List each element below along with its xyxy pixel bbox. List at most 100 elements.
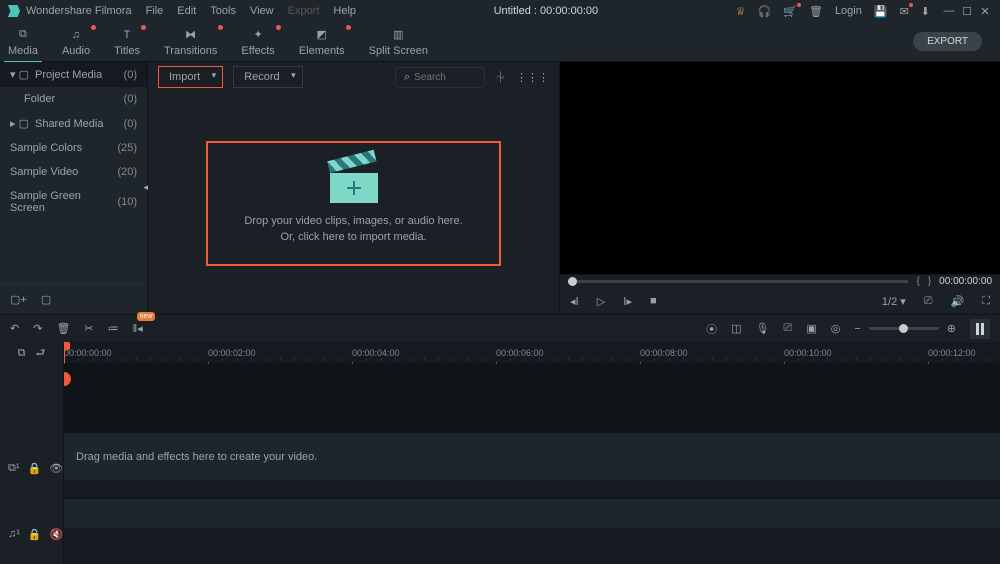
import-dropdown[interactable]: Import [158, 66, 223, 88]
redo-icon[interactable]: ↷ [33, 322, 42, 335]
trash-icon[interactable]: 🗑 [809, 5, 823, 18]
clapperboard-icon [330, 161, 378, 203]
audio-track[interactable] [64, 498, 1000, 528]
minimize-button[interactable]: — [942, 4, 956, 18]
maximize-button[interactable]: ☐ [960, 4, 974, 18]
play-icon[interactable]: ▷ [597, 295, 605, 308]
video-track[interactable]: Drag media and effects here to create yo… [64, 432, 1000, 480]
crown-icon[interactable]: ♕ [736, 5, 746, 18]
timeline-pause-button[interactable] [970, 319, 990, 339]
zoom-out-icon[interactable]: − [854, 323, 860, 335]
menu-view[interactable]: View [250, 5, 274, 17]
delete-icon[interactable]: 🗑 [56, 322, 70, 335]
voiceover-icon[interactable]: 🎙 [756, 322, 770, 335]
tab-audio[interactable]: ♫Audio [62, 27, 90, 57]
tab-split-screen[interactable]: ▥Split Screen [369, 27, 428, 57]
tab-media[interactable]: ⧉Media [8, 27, 38, 57]
keyframe-icon[interactable]: ▣ [806, 322, 816, 335]
search-box[interactable]: ⌕ [395, 67, 485, 88]
menu-export: Export [288, 5, 320, 17]
search-input[interactable] [414, 72, 474, 83]
fullscreen-icon[interactable]: ⛶ [982, 295, 990, 308]
preview-panel: { } 00:00:00:00 ◂Ⅰ ▷ Ⅰ▸ ■ 1/2 ▾ ⎚ 🔊 ⛶ [560, 62, 1000, 314]
split-icon[interactable]: ✂ [84, 322, 93, 335]
media-panel: Import Record ⌕ ⏆ ⋮⋮⋮ Drop your video cl… [148, 62, 560, 314]
prev-frame-icon[interactable]: ◂Ⅰ [570, 295, 579, 308]
media-toolbar: Import Record ⌕ ⏆ ⋮⋮⋮ [148, 62, 559, 92]
filter-icon[interactable]: ⏆ [495, 69, 506, 85]
video-track-header[interactable]: ⧉¹🔒👁 [0, 444, 63, 492]
next-frame-icon[interactable]: Ⅰ▸ [623, 295, 632, 308]
search-icon: ⌕ [404, 71, 410, 84]
mark-out-brace[interactable]: } [928, 276, 931, 287]
close-button[interactable]: ✕ [978, 4, 992, 18]
stop-icon[interactable]: ■ [650, 295, 657, 307]
zoom-slider[interactable]: − ⊕ [854, 322, 956, 335]
snapshot-icon[interactable]: ⎚ [924, 295, 933, 308]
record-dropdown[interactable]: Record [233, 66, 302, 88]
sidebar-item-project-media[interactable]: ▾ ▢ Project Media(0) [0, 62, 147, 87]
tab-transitions[interactable]: ⧓Transitions [164, 27, 217, 57]
import-dropzone[interactable]: Drop your video clips, images, or audio … [206, 141, 500, 266]
titlebar-actions: ♕ 🎧 🛒 🗑 Login 💾 ✉ ⬇ — ☐ ✕ [736, 4, 992, 18]
main-menu: File Edit Tools View Export Help [146, 5, 356, 17]
document-title: Untitled : 00:00:00:00 [370, 5, 722, 17]
timeline: ⧉ ⮐ ⧉¹🔒👁 ♫¹🔒🔇 00:00:00:0000:00:02:0000:0… [0, 342, 1000, 564]
marker-icon[interactable]: ‖◂ [133, 322, 143, 335]
preview-controls: ◂Ⅰ ▷ Ⅰ▸ ■ 1/2 ▾ ⎚ 🔊 ⛶ [560, 287, 1000, 315]
new-folder-icon[interactable]: ▢+ [10, 293, 27, 306]
sidebar-item-shared-media[interactable]: ▸ ▢ Shared Media(0) [0, 111, 147, 136]
sidebar-item-sample-colors[interactable]: Sample Colors(25) [0, 136, 147, 160]
edit-icon[interactable]: ≔ [108, 322, 119, 335]
timeline-track-headers: ⧉ ⮐ ⧉¹🔒👁 ♫¹🔒🔇 [0, 342, 64, 564]
dropzone-line2: Or, click here to import media. [244, 229, 462, 246]
preview-scrubber[interactable]: { } 00:00:00:00 [560, 275, 1000, 287]
timeline-ruler[interactable]: 00:00:00:0000:00:02:0000:00:04:0000:00:0… [64, 342, 1000, 364]
tab-effects[interactable]: ✦Effects [241, 27, 274, 57]
preview-canvas[interactable] [560, 62, 1000, 274]
copy-icon[interactable]: ⧉ [18, 347, 26, 360]
folder-icon[interactable]: ▢ [41, 293, 51, 306]
link-icon[interactable]: ⮐ [35, 344, 45, 363]
target-icon[interactable]: ◎ [831, 322, 841, 335]
login-link[interactable]: Login [835, 5, 862, 17]
lock-icon[interactable]: 🔒 [28, 528, 42, 541]
tab-titles[interactable]: TTitles [114, 27, 140, 57]
mute-icon[interactable]: 🔇 [50, 528, 64, 541]
export-button[interactable]: EXPORT [913, 32, 982, 51]
timeline-hint: Drag media and effects here to create yo… [76, 451, 317, 463]
filmora-icon [8, 5, 20, 17]
marker2-icon[interactable]: ◫ [731, 322, 741, 335]
menu-tools[interactable]: Tools [210, 5, 236, 17]
undo-icon[interactable]: ↶ [10, 322, 19, 335]
eye-icon[interactable]: 👁 [49, 462, 63, 475]
sidebar-item-sample-video[interactable]: Sample Video(20) [0, 160, 147, 184]
menu-help[interactable]: Help [333, 5, 356, 17]
grid-view-icon[interactable]: ⋮⋮⋮ [516, 71, 549, 84]
lock-icon[interactable]: 🔒 [28, 462, 42, 475]
playback-ratio[interactable]: 1/2 ▾ [882, 295, 906, 308]
dropzone-line1: Drop your video clips, images, or audio … [244, 213, 462, 230]
timeline-toolbar: ↶ ↷ 🗑 ✂ ≔ ‖◂ ⦿ ◫ 🎙 ⎚ ▣ ◎ − ⊕ [0, 314, 1000, 342]
headset-icon[interactable]: 🎧 [758, 5, 772, 18]
save-icon[interactable]: 💾 [874, 5, 888, 18]
timeline-tracks-area[interactable]: 00:00:00:0000:00:02:0000:00:04:0000:00:0… [64, 342, 1000, 564]
mixer-icon[interactable]: ⎚ [784, 322, 793, 335]
mark-in-brace[interactable]: { [916, 276, 919, 287]
download-icon[interactable]: ⬇ [921, 5, 930, 18]
mail-icon[interactable]: ✉ [900, 5, 909, 18]
zoom-in-icon[interactable]: ⊕ [947, 322, 956, 335]
sidebar-item-sample-green-screen[interactable]: Sample Green Screen(10) [0, 184, 147, 220]
cart-icon[interactable]: 🛒 [783, 5, 797, 18]
playhead[interactable] [64, 342, 65, 363]
menu-edit[interactable]: Edit [177, 5, 196, 17]
menu-file[interactable]: File [146, 5, 164, 17]
volume-icon[interactable]: 🔊 [951, 295, 965, 308]
audio-track-header[interactable]: ♫¹🔒🔇 [0, 510, 63, 558]
sidebar-item-folder[interactable]: Folder(0) [0, 87, 147, 111]
app-name: Wondershare Filmora [26, 5, 132, 17]
tab-elements[interactable]: ◩Elements [299, 27, 345, 57]
render-icon[interactable]: ⦿ [706, 321, 717, 337]
app-logo: Wondershare Filmora [8, 5, 132, 17]
titlebar: Wondershare Filmora File Edit Tools View… [0, 0, 1000, 22]
